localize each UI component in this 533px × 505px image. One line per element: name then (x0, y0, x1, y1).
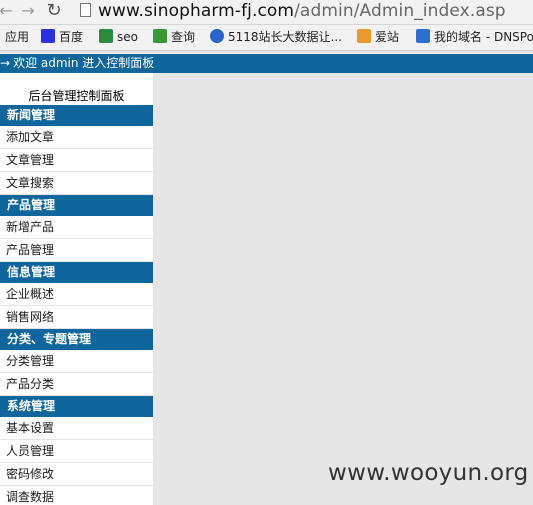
bookmark-baidu[interactable]: 百度 (41, 29, 83, 46)
menu-item-basic-settings[interactable]: 基本设置 (0, 417, 153, 440)
back-icon[interactable]: ← (0, 1, 16, 21)
section-news[interactable]: 新闻管理 (0, 105, 153, 126)
url-field[interactable]: www.sinopharm-fj.com/admin/Admin_index.a… (98, 0, 506, 22)
menu-item-product-category[interactable]: 产品分类 (0, 373, 153, 396)
menu-item-article-search[interactable]: 文章搜索 (0, 172, 153, 195)
bookmark-label: seo (117, 30, 138, 44)
dnspod-icon (416, 29, 430, 43)
bookmark-aizhan[interactable]: 爱站 (357, 29, 399, 46)
bookmark-label: 我的域名 - DNSPo (434, 30, 533, 44)
query-icon (153, 29, 167, 43)
bookmark-5118[interactable]: 5118站长大数据让... (210, 29, 342, 46)
5118-icon (210, 29, 224, 43)
welcome-bar: → 欢迎 admin 进入控制面板 (0, 54, 533, 73)
bookmarks-bar: 应用 百度 seo 查询 5118站长大数据让... 爱站 我的域名 - DNS… (0, 25, 533, 51)
menu-item-user-manage[interactable]: 人员管理 (0, 440, 153, 463)
section-info[interactable]: 信息管理 (0, 262, 153, 283)
menu-item-survey-data[interactable]: 调查数据 (0, 486, 153, 505)
bookmark-label: 爱站 (375, 30, 400, 44)
bookmark-label: 查询 (171, 30, 196, 44)
baidu-icon (41, 29, 55, 43)
page-icon (80, 3, 91, 17)
bookmark-dnspod[interactable]: 我的域名 - DNSPo (416, 29, 533, 46)
panel-title: 后台管理控制面板 (28, 89, 125, 103)
section-category-topic[interactable]: 分类、专题管理 (0, 329, 153, 350)
section-system[interactable]: 系统管理 (0, 396, 153, 417)
menu-item-add-product[interactable]: 新增产品 (0, 216, 153, 239)
bookmark-label: 5118站长大数据让... (228, 30, 342, 44)
menu-item-password-change[interactable]: 密码修改 (0, 463, 153, 486)
menu-item-category-manage[interactable]: 分类管理 (0, 350, 153, 373)
menu-item-add-article[interactable]: 添加文章 (0, 126, 153, 149)
menu-item-company-overview[interactable]: 企业概述 (0, 283, 153, 306)
welcome-text: 欢迎 admin 进入控制面板 (13, 56, 155, 70)
aizhan-icon (357, 29, 371, 43)
section-products[interactable]: 产品管理 (0, 195, 153, 216)
menu-item-article-manage[interactable]: 文章管理 (0, 149, 153, 172)
seo-icon (99, 29, 113, 43)
bookmark-query[interactable]: 查询 (153, 29, 195, 46)
arrow-icon: → (0, 56, 11, 70)
menu-item-product-manage[interactable]: 产品管理 (0, 239, 153, 262)
bookmark-seo[interactable]: seo (99, 29, 138, 46)
bookmark-label: 应用 (5, 30, 30, 44)
control-panel-menu: 后台管理控制面板 新闻管理 添加文章 文章管理 文章搜索 产品管理 新增产品 产… (0, 73, 153, 505)
watermark: www.wooyun.org (328, 460, 529, 486)
url-host: www.sinopharm-fj.com (98, 1, 295, 21)
forward-icon[interactable]: → (18, 1, 38, 21)
bookmark-label: 百度 (59, 30, 84, 44)
address-bar: ← → ↻ www.sinopharm-fj.com/admin/Admin_i… (0, 0, 533, 25)
reload-icon[interactable]: ↻ (44, 1, 64, 21)
bookmark-apps[interactable]: 应用 (5, 29, 29, 46)
menu-item-sales-network[interactable]: 销售网络 (0, 306, 153, 329)
url-path: /admin/Admin_index.asp (294, 1, 506, 21)
